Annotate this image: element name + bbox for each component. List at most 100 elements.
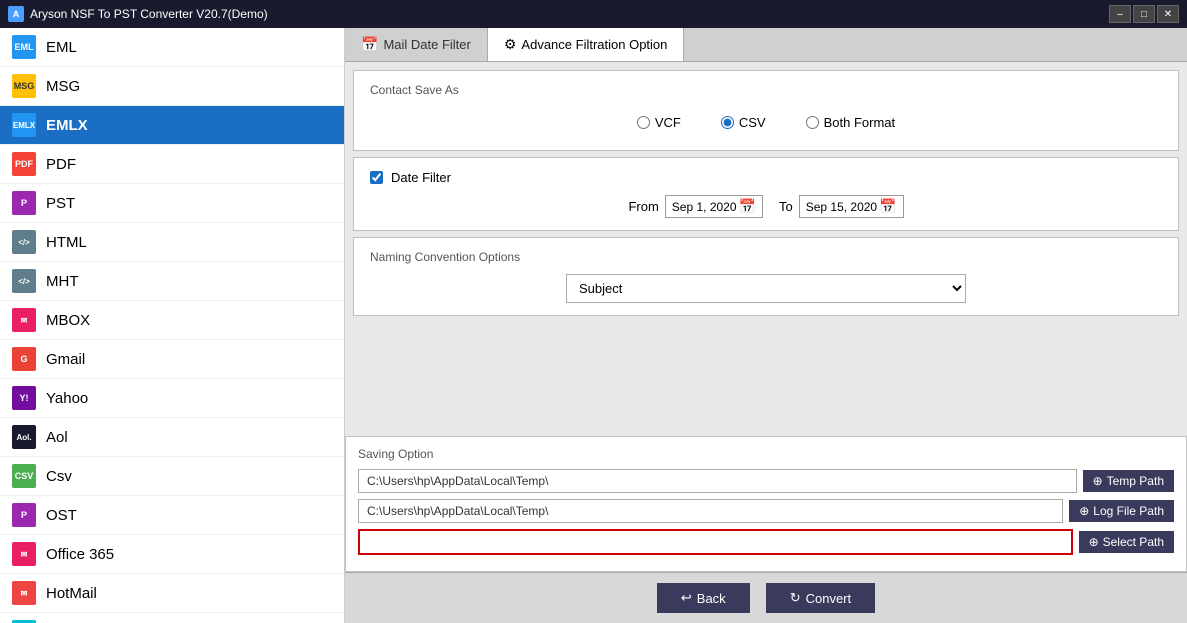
select-path-row: ⊕ Select Path — [358, 529, 1174, 555]
log-file-path-button[interactable]: ⊕ Log File Path — [1069, 500, 1174, 522]
date-range-row: From Sep 1, 2020 📅 To Sep 15, 2020 📅 — [370, 195, 1162, 218]
from-date-value: Sep 1, 2020 — [672, 200, 737, 214]
back-icon: ↩ — [681, 590, 692, 606]
from-label: From — [628, 199, 658, 214]
bottom-bar: ↩ Back ↻ Convert — [345, 572, 1187, 623]
vcf-option[interactable]: VCF — [637, 115, 681, 130]
sidebar-label-yahoo: Yahoo — [46, 390, 88, 407]
sidebar-item-hotmail[interactable]: ✉ HotMail — [0, 574, 344, 613]
sidebar-icon-yahoo: Y! — [12, 386, 36, 410]
sidebar-item-gmail[interactable]: GGmail — [0, 340, 344, 379]
both-radio[interactable] — [806, 116, 819, 129]
naming-convention-select[interactable]: Subject Date From To Subject+Date — [566, 274, 966, 303]
sidebar-icon-msg: MSG — [12, 74, 36, 98]
sidebar-label-mht: MHT — [46, 273, 79, 290]
to-label: To — [779, 199, 793, 214]
sidebar-item-emlx[interactable]: EMLXEMLX — [0, 106, 344, 145]
sidebar-item-aol[interactable]: Aol.Aol — [0, 418, 344, 457]
tab-mail-date-filter[interactable]: 📅 Mail Date Filter — [345, 28, 488, 61]
date-filter-checkbox-row: Date Filter — [370, 170, 1162, 185]
sidebar-item-pst[interactable]: P PST — [0, 184, 344, 223]
vcf-radio[interactable] — [637, 116, 650, 129]
tabs-bar: 📅 Mail Date Filter ⚙ Advance Filtration … — [345, 28, 1187, 62]
temp-path-row: ⊕ Temp Path — [358, 469, 1174, 493]
temp-path-input[interactable] — [358, 469, 1077, 493]
select-path-button[interactable]: ⊕ Select Path — [1079, 531, 1174, 553]
sidebar-icon-pdf: PDF — [12, 152, 36, 176]
sidebar-item-eml[interactable]: EMLEML — [0, 28, 344, 67]
sidebar-item-office365[interactable]: ✉ Office 365 — [0, 535, 344, 574]
sidebar-icon-mbox: ✉ — [12, 308, 36, 332]
title-bar: A Aryson NSF To PST Converter V20.7(Demo… — [0, 0, 1187, 28]
minimize-button[interactable]: – — [1109, 5, 1131, 23]
both-format-option[interactable]: Both Format — [806, 115, 896, 130]
date-filter-checkbox[interactable] — [370, 171, 383, 184]
sidebar-label-gmail: Gmail — [46, 351, 85, 368]
sidebar-item-pdf[interactable]: PDFPDF — [0, 145, 344, 184]
close-button[interactable]: ✕ — [1157, 5, 1179, 23]
sidebar-icon-pst: P — [12, 191, 36, 215]
sidebar-label-pst: PST — [46, 195, 75, 212]
sidebar-icon-csv: CSV — [12, 464, 36, 488]
to-calendar-icon[interactable]: 📅 — [879, 198, 896, 215]
sidebar-label-aol: Aol — [46, 429, 68, 446]
temp-path-icon: ⊕ — [1093, 474, 1103, 488]
saving-option-panel: Saving Option ⊕ Temp Path ⊕ Log File Pat… — [345, 436, 1187, 572]
date-filter-label: Date Filter — [391, 170, 451, 185]
log-file-path-icon: ⊕ — [1079, 504, 1089, 518]
app-title: Aryson NSF To PST Converter V20.7(Demo) — [30, 7, 268, 21]
sidebar-icon-hotmail: ✉ — [12, 581, 36, 605]
sidebar-label-emlx: EMLX — [46, 117, 88, 134]
content-area: Contact Save As VCF CSV Both Format — [345, 62, 1187, 436]
csv-radio[interactable] — [721, 116, 734, 129]
sidebar-label-eml: EML — [46, 39, 77, 56]
right-panel: 📅 Mail Date Filter ⚙ Advance Filtration … — [345, 28, 1187, 623]
naming-convention-title: Naming Convention Options — [370, 250, 1162, 264]
sidebar-item-mbox[interactable]: ✉ MBOX — [0, 301, 344, 340]
sidebar-label-mbox: MBOX — [46, 312, 90, 329]
sidebar-icon-ost: P — [12, 503, 36, 527]
sidebar: EMLEMLMSGMSGEMLXEMLXPDFPDFPPST</>HTML</>… — [0, 28, 345, 623]
tab-advance-filtration[interactable]: ⚙ Advance Filtration Option — [488, 28, 685, 61]
to-date-value: Sep 15, 2020 — [806, 200, 877, 214]
maximize-button[interactable]: □ — [1133, 5, 1155, 23]
date-filter-panel: Date Filter From Sep 1, 2020 📅 To Sep 15… — [353, 157, 1179, 231]
contact-save-as-title: Contact Save As — [370, 83, 1162, 97]
csv-option[interactable]: CSV — [721, 115, 766, 130]
naming-convention-panel: Naming Convention Options Subject Date F… — [353, 237, 1179, 316]
sidebar-label-msg: MSG — [46, 78, 80, 95]
window-controls: – □ ✕ — [1109, 5, 1179, 23]
naming-select-wrapper: Subject Date From To Subject+Date — [370, 274, 1162, 303]
to-date-input[interactable]: Sep 15, 2020 📅 — [799, 195, 904, 218]
sidebar-item-ost[interactable]: P OST — [0, 496, 344, 535]
sidebar-label-ost: OST — [46, 507, 77, 524]
log-file-path-input[interactable] — [358, 499, 1063, 523]
sidebar-label-hotmail: HotMail — [46, 585, 97, 602]
sidebar-item-yahoo[interactable]: Y! Yahoo — [0, 379, 344, 418]
convert-button[interactable]: ↻ Convert — [766, 583, 875, 613]
sidebar-label-office365: Office 365 — [46, 546, 114, 563]
sidebar-item-livexchange[interactable]: ~LiveExchange — [0, 613, 344, 623]
convert-icon: ↻ — [790, 590, 801, 606]
temp-path-button[interactable]: ⊕ Temp Path — [1083, 470, 1174, 492]
calendar-icon: 📅 — [361, 36, 378, 53]
gear-icon: ⚙ — [504, 36, 517, 53]
sidebar-label-csv: Csv — [46, 468, 72, 485]
select-path-input[interactable] — [358, 529, 1073, 555]
sidebar-item-msg[interactable]: MSG MSG — [0, 67, 344, 106]
sidebar-item-mht[interactable]: </> MHT — [0, 262, 344, 301]
sidebar-label-html: HTML — [46, 234, 87, 251]
from-date-group: From Sep 1, 2020 📅 — [628, 195, 763, 218]
contact-save-as-options: VCF CSV Both Format — [370, 107, 1162, 138]
from-date-input[interactable]: Sep 1, 2020 📅 — [665, 195, 763, 218]
app-body: EMLEMLMSGMSGEMLXEMLXPDFPDFPPST</>HTML</>… — [0, 28, 1187, 623]
sidebar-item-csv[interactable]: CSV Csv — [0, 457, 344, 496]
sidebar-icon-mht: </> — [12, 269, 36, 293]
back-button[interactable]: ↩ Back — [657, 583, 750, 613]
sidebar-item-html[interactable]: </> HTML — [0, 223, 344, 262]
saving-option-title: Saving Option — [358, 447, 1174, 461]
sidebar-icon-office365: ✉ — [12, 542, 36, 566]
select-path-icon: ⊕ — [1089, 535, 1099, 549]
from-calendar-icon[interactable]: 📅 — [739, 198, 756, 215]
sidebar-icon-html: </> — [12, 230, 36, 254]
